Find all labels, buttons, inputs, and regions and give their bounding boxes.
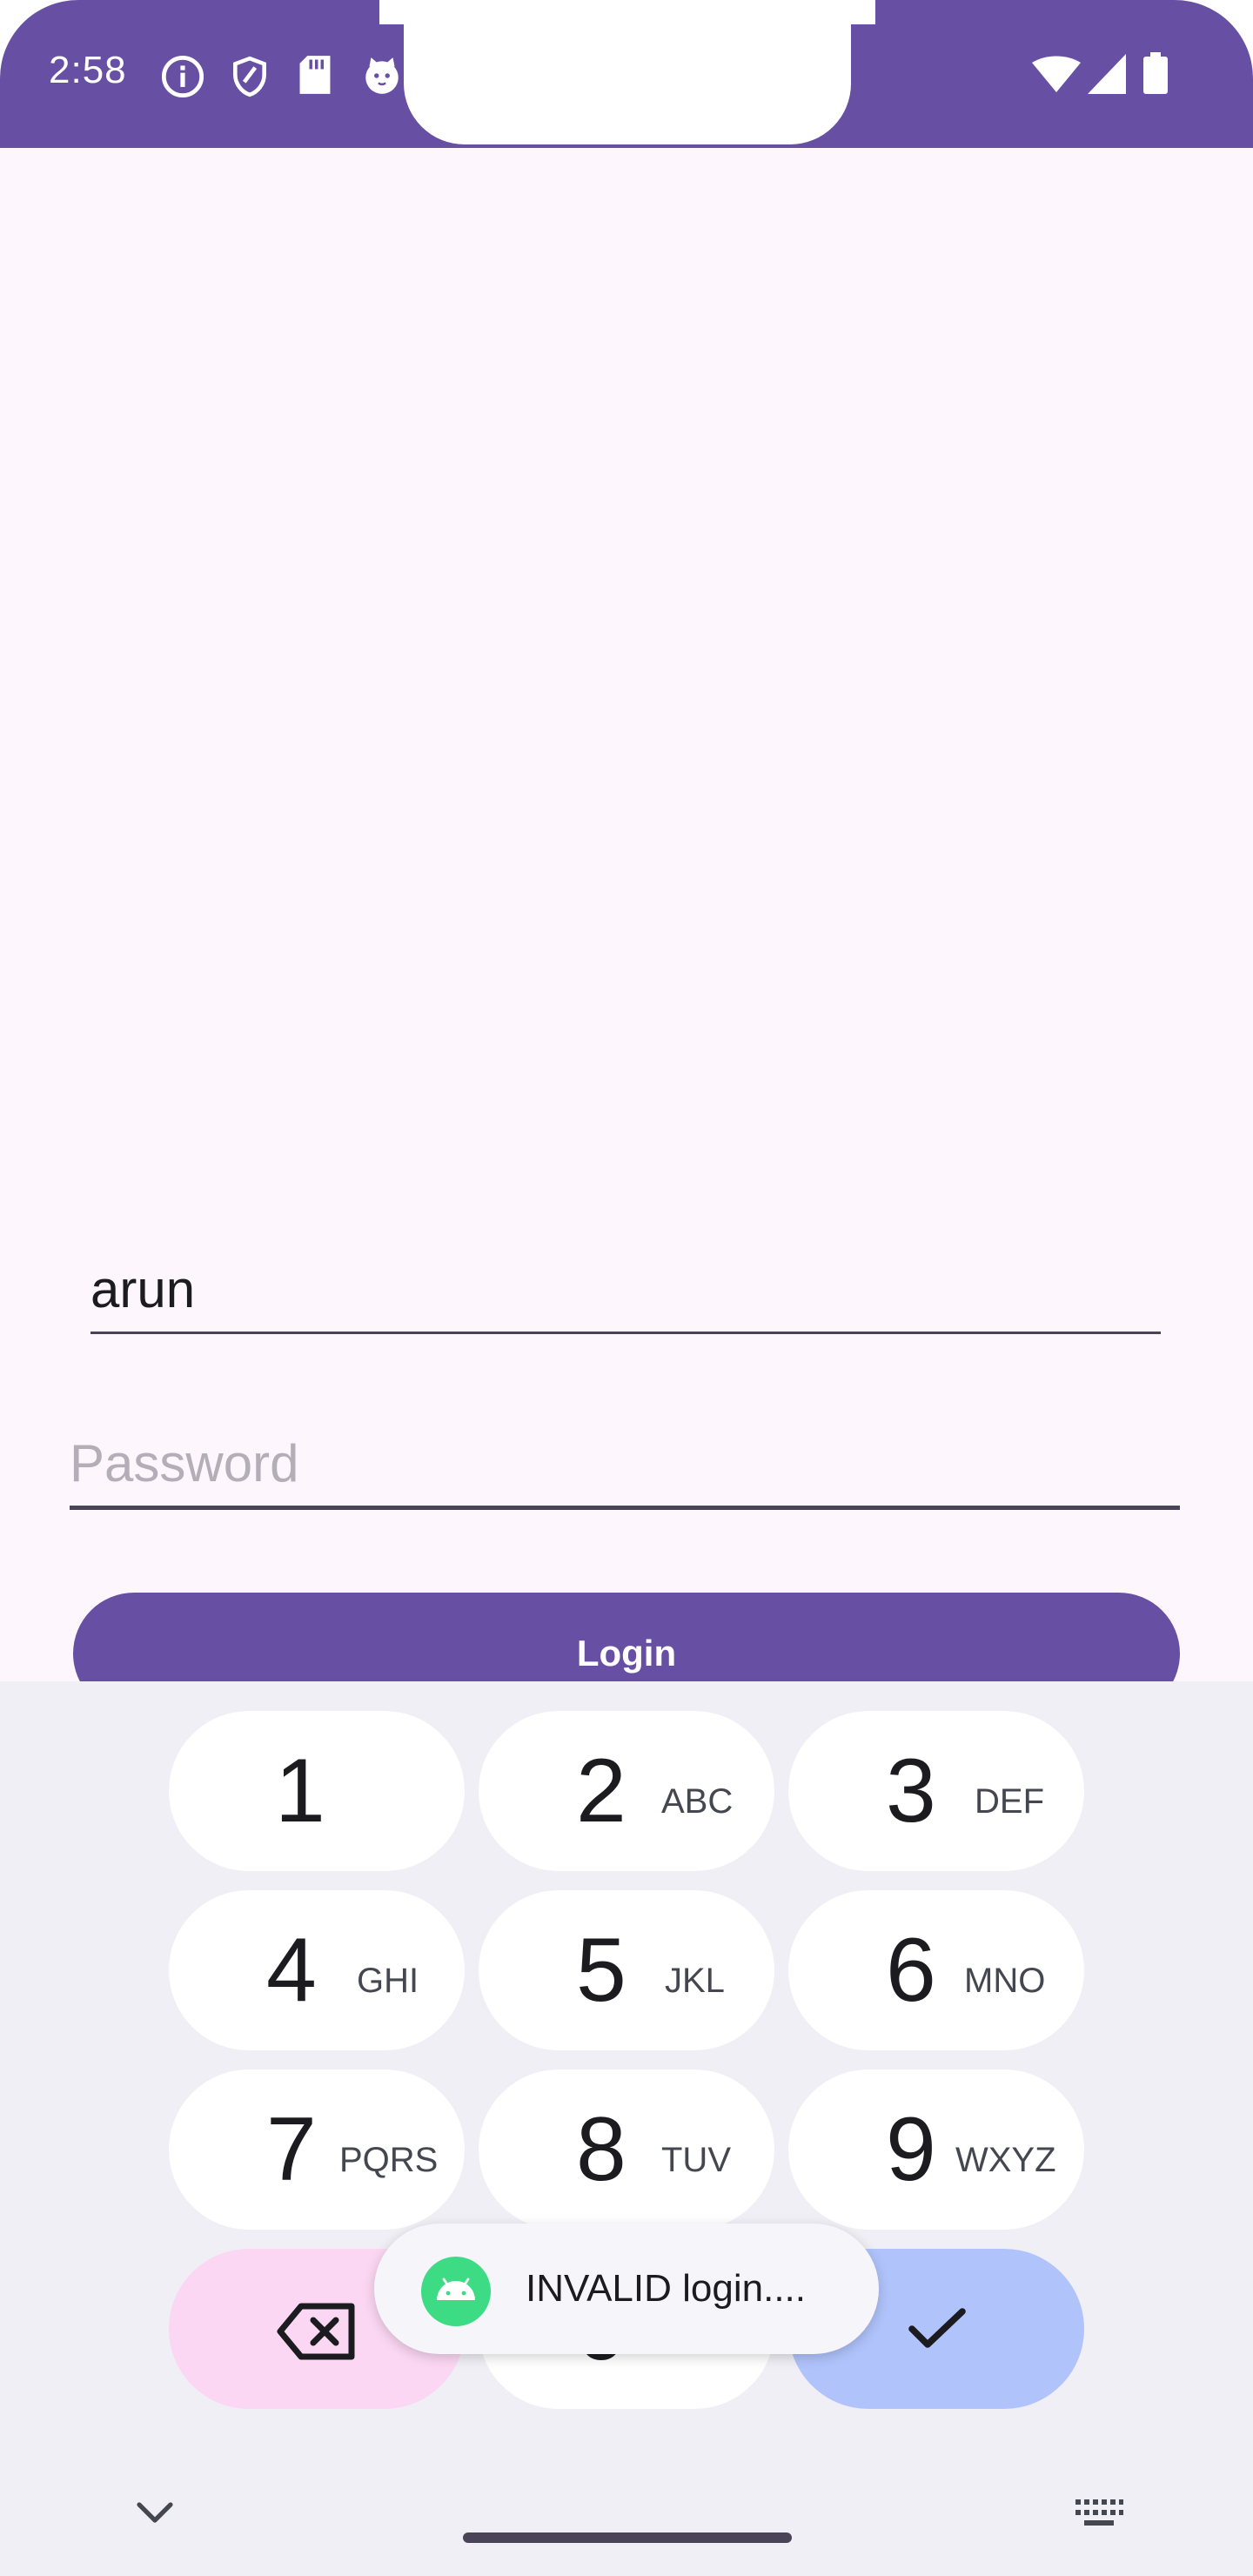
- key-letters: GHI: [357, 1962, 419, 2000]
- toast: INVALID login....: [374, 2224, 879, 2354]
- wifi-icon: [1032, 56, 1081, 98]
- key-digit: 9: [886, 2099, 936, 2200]
- gesture-nav-handle[interactable]: [463, 2532, 792, 2543]
- key-letters: WXYZ: [955, 2141, 1056, 2179]
- backspace-icon: [277, 2303, 357, 2365]
- shield-icon: [228, 54, 271, 104]
- key-digit: 4: [266, 1920, 317, 2021]
- login-screen: Login: [0, 148, 1253, 1714]
- key-9[interactable]: 9 WXYZ: [788, 2070, 1084, 2230]
- key-digit: 1: [275, 1741, 325, 1841]
- info-icon: [160, 54, 205, 104]
- sd-card-icon: [296, 54, 334, 100]
- chevron-down-icon[interactable]: [136, 2501, 174, 2530]
- key-digit: 2: [576, 1741, 626, 1841]
- android-app-icon: [421, 2257, 491, 2331]
- key-5[interactable]: 5 JKL: [479, 1890, 774, 2050]
- key-letters: PQRS: [339, 2141, 439, 2179]
- key-letters: TUV: [661, 2141, 731, 2179]
- status-bar: 2:58: [0, 0, 1253, 148]
- status-clock: 2:58: [49, 49, 127, 91]
- toast-message: INVALID login....: [526, 2267, 806, 2310]
- battery-icon: [1143, 52, 1168, 98]
- key-letters: MNO: [964, 1962, 1046, 2000]
- key-8[interactable]: 8 TUV: [479, 2070, 774, 2230]
- key-digit: 3: [886, 1741, 936, 1841]
- key-letters: DEF: [975, 1782, 1044, 1821]
- key-7[interactable]: 7 PQRS: [169, 2070, 465, 2230]
- username-field[interactable]: [90, 1246, 1161, 1334]
- key-digit: 6: [886, 1920, 936, 2021]
- password-field[interactable]: [70, 1420, 1180, 1510]
- key-digit: 5: [576, 1920, 626, 2021]
- key-4[interactable]: 4 GHI: [169, 1890, 465, 2050]
- key-3[interactable]: 3 DEF: [788, 1711, 1084, 1871]
- cellular-signal-icon: [1088, 54, 1126, 98]
- key-6[interactable]: 6 MNO: [788, 1890, 1084, 2050]
- key-2[interactable]: 2 ABC: [479, 1711, 774, 1871]
- checkmark-icon: [907, 2306, 968, 2356]
- key-digit: 7: [266, 2099, 317, 2200]
- cat-face-icon: [360, 54, 404, 102]
- key-letters: JKL: [665, 1962, 725, 2000]
- key-letters: ABC: [661, 1782, 734, 1821]
- display-cutout: [379, 0, 875, 144]
- key-1[interactable]: 1: [169, 1711, 465, 1871]
- numeric-keyboard: 1 2 ABC 3 DEF 4 GHI 5 JKL 6 MNO 7 PQRS 8…: [0, 1681, 1253, 2576]
- key-digit: 8: [576, 2099, 626, 2200]
- keyboard-icon[interactable]: [1074, 2498, 1124, 2533]
